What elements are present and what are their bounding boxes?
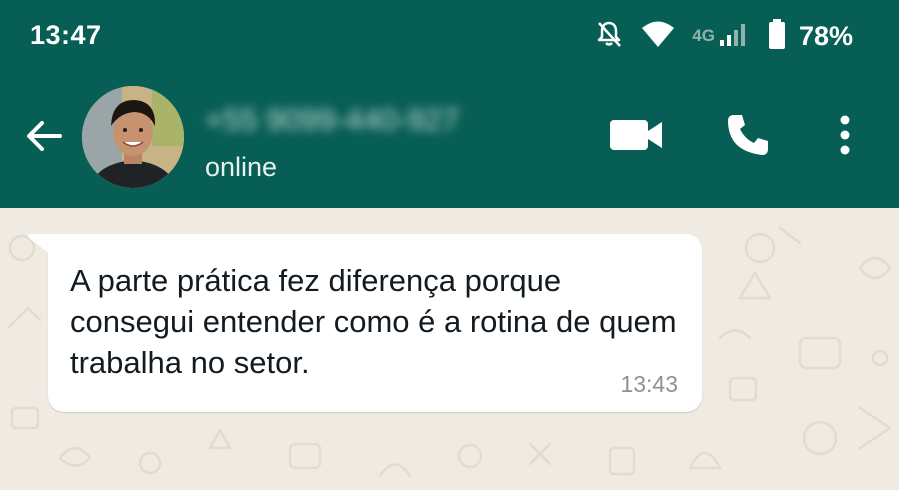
more-options-button[interactable] — [826, 112, 864, 162]
video-call-icon — [609, 118, 663, 157]
notifications-off-icon — [594, 19, 624, 54]
contact-status: online — [205, 152, 278, 182]
chat-header: +55 9099-440-927 online — [0, 72, 899, 208]
message-timestamp: 13:43 — [620, 371, 678, 397]
message-text: A parte prática fez diferença porque con… — [70, 263, 677, 380]
phone-icon — [725, 112, 771, 163]
video-call-button[interactable] — [605, 112, 667, 162]
wifi-icon — [640, 19, 676, 54]
app-header: 13:47 4G 78% +55 9099-440-927 online — [0, 0, 899, 208]
battery-icon — [767, 18, 787, 55]
back-button[interactable] — [18, 112, 70, 164]
more-vert-icon — [838, 114, 852, 161]
status-bar: 13:47 4G 78% — [0, 0, 899, 72]
voice-call-button[interactable] — [720, 112, 776, 162]
bubble-tail — [27, 234, 50, 254]
avatar[interactable] — [82, 86, 184, 188]
message-bubble[interactable]: A parte prática fez diferença porque con… — [48, 234, 702, 412]
signal-icon — [719, 20, 751, 53]
status-icons: 4G 78% — [594, 18, 853, 54]
status-time: 13:47 — [30, 20, 102, 50]
back-arrow-icon — [24, 116, 64, 161]
battery-percent: 78% — [798, 20, 853, 51]
contact-name[interactable]: +55 9099-440-927 — [205, 102, 535, 137]
network-type-label: 4G — [692, 26, 715, 45]
